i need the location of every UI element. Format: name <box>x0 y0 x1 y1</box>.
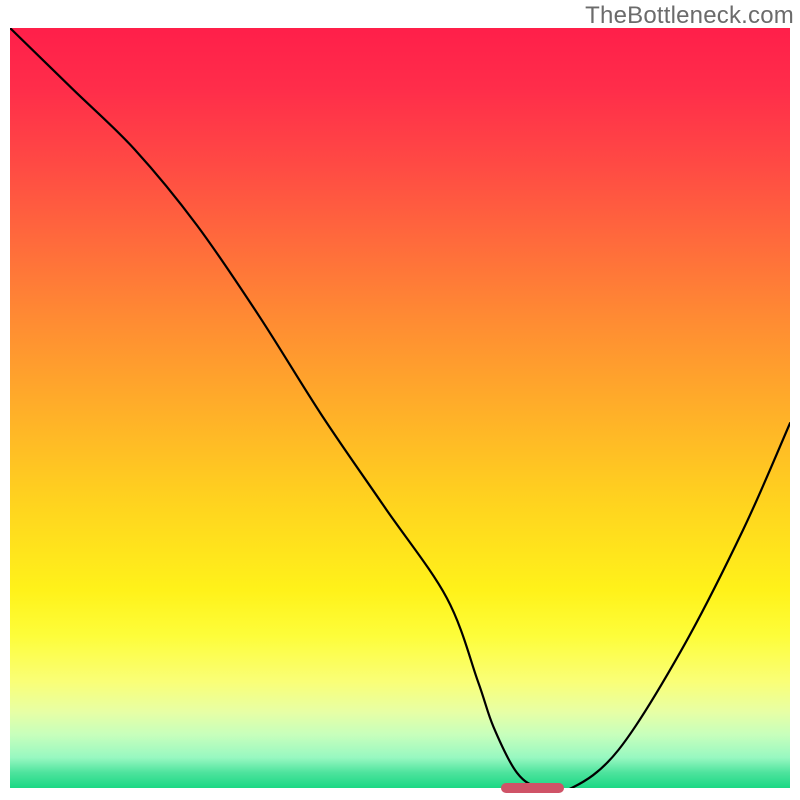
chart-stage: TheBottleneck.com <box>0 0 800 800</box>
watermark-text: TheBottleneck.com <box>585 2 794 30</box>
bottleneck-curve <box>10 28 790 788</box>
optimal-range-marker <box>501 783 563 793</box>
curve-path <box>10 28 790 788</box>
